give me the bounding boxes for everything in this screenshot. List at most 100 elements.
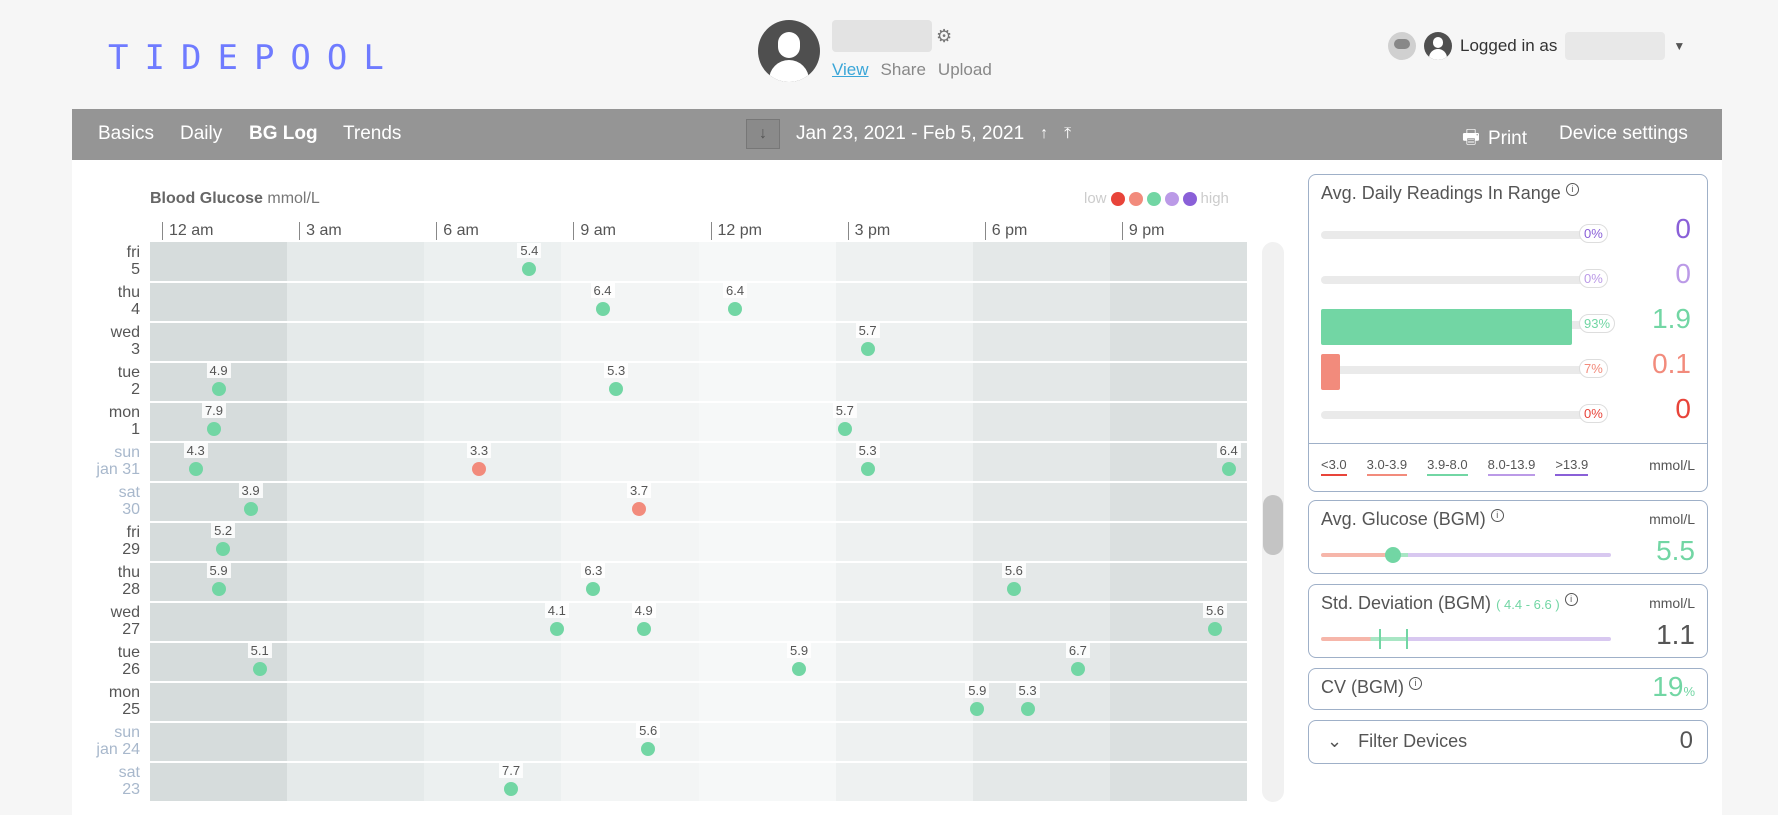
- range-key: 8.0-13.9: [1487, 457, 1536, 476]
- user-menu[interactable]: Logged in as ▼: [1388, 32, 1685, 60]
- legend-dot-low: [1128, 191, 1143, 206]
- readings-in-range-panel: Avg. Daily Readings In Range i 0% 0 0% 0 93%…: [1308, 174, 1708, 492]
- bg-reading-point[interactable]: [728, 302, 743, 316]
- view-link[interactable]: View: [832, 60, 869, 80]
- filter-devices-panel[interactable]: ⌄ Filter Devices 0: [1308, 720, 1708, 764]
- chevron-down-icon[interactable]: ▼: [1673, 39, 1685, 53]
- avg-glucose-value: 5.5: [1656, 535, 1695, 566]
- std-dev-min-marker: [1379, 629, 1381, 649]
- patient-avatar: [758, 20, 820, 82]
- day-label: wed 3: [110, 324, 140, 358]
- bg-reading-point[interactable]: [1020, 702, 1035, 716]
- filter-devices-count: 0: [1679, 727, 1693, 754]
- bg-reading-point[interactable]: [522, 262, 537, 276]
- bg-reading-point[interactable]: [970, 702, 985, 716]
- std-dev-value: 1.1: [1656, 619, 1695, 650]
- day-label: fri 5: [126, 244, 140, 278]
- most-recent-button[interactable]: ⤒: [1064, 125, 1071, 143]
- cv-value: 19: [1652, 671, 1684, 702]
- readings-in-range-title: Avg. Daily Readings In Range: [1321, 183, 1561, 203]
- avg-glucose-title: Avg. Glucose (BGM): [1321, 509, 1486, 529]
- bg-reading-value: 3.7: [627, 483, 652, 498]
- bg-reading-point[interactable]: [837, 422, 852, 436]
- bg-reading-point[interactable]: [211, 382, 226, 396]
- bg-reading-point[interactable]: [216, 542, 231, 556]
- legend-high: high: [1200, 190, 1229, 207]
- range-bar-track: 7%: [1321, 354, 1608, 390]
- info-icon[interactable]: i: [1490, 509, 1504, 522]
- hour-tick-label: 9 pm: [1121, 222, 1164, 240]
- chevron-down-icon[interactable]: ⌄: [1327, 731, 1342, 752]
- bg-reading-point[interactable]: [206, 422, 221, 436]
- legend-dot-very-low: [1110, 191, 1125, 206]
- jump-back-button[interactable]: ↓: [746, 119, 780, 149]
- tab-trends[interactable]: Trends: [343, 123, 401, 145]
- std-deviation-panel: Std. Deviation (BGM) ( 4.4 - 6.6 ) i mmo…: [1308, 584, 1708, 658]
- upload-link[interactable]: Upload: [938, 60, 992, 80]
- tab-basics[interactable]: Basics: [98, 123, 154, 145]
- day-label: fri 29: [122, 524, 140, 558]
- bg-reading-value: 5.6: [1001, 563, 1026, 578]
- bg-reading-point[interactable]: [860, 462, 875, 476]
- day-label: wed 27: [110, 604, 140, 638]
- info-icon[interactable]: i: [1565, 183, 1579, 196]
- legend-low: low: [1084, 190, 1107, 207]
- bg-reading-point[interactable]: [636, 622, 651, 636]
- logo-letter: P: [253, 38, 277, 78]
- bg-reading-point[interactable]: [1006, 582, 1021, 596]
- bg-reading-point[interactable]: [632, 502, 647, 516]
- next-range-button[interactable]: ↑: [1040, 125, 1048, 143]
- chart-scrollbar-thumb[interactable]: [1263, 495, 1283, 555]
- bg-reading-value: 7.7: [499, 763, 524, 778]
- bg-reading-point[interactable]: [609, 382, 624, 396]
- bg-reading-point[interactable]: [549, 622, 564, 636]
- bg-reading-value: 5.9: [965, 683, 990, 698]
- row-divider: [150, 801, 1247, 803]
- bg-reading-point[interactable]: [188, 462, 203, 476]
- day-label: mon 1: [108, 404, 140, 438]
- bg-reading-point[interactable]: [211, 582, 226, 596]
- bg-reading-value: 5.6: [1202, 603, 1228, 618]
- bg-reading-value: 5.7: [855, 323, 880, 338]
- care-team-icon[interactable]: [1388, 32, 1416, 60]
- avg-glucose-marker: [1385, 547, 1401, 563]
- gear-icon[interactable]: ⚙: [936, 26, 952, 47]
- bg-reading-value: 5.6: [636, 723, 661, 738]
- info-icon[interactable]: i: [1564, 593, 1578, 606]
- std-dev-slider: [1321, 637, 1611, 641]
- std-dev-range: ( 4.4 - 6.6 ): [1496, 597, 1560, 612]
- bg-reading-point[interactable]: [504, 782, 519, 796]
- bg-reading-value: 5.9: [787, 643, 812, 658]
- bg-reading-point[interactable]: [1208, 622, 1222, 636]
- legend-dot-high: [1164, 191, 1179, 206]
- std-dev-max-marker: [1406, 629, 1408, 649]
- bg-reading-point[interactable]: [792, 662, 807, 676]
- chart-title: Blood Glucose mmol/L: [150, 190, 320, 208]
- bg-reading-point[interactable]: [860, 342, 875, 356]
- info-icon[interactable]: i: [1409, 677, 1423, 690]
- main-content: Blood Glucose mmol/L low high 12 am 3 am 6…: [72, 160, 1722, 815]
- cv-value-wrap: 19%: [1652, 671, 1695, 703]
- range-bar-fill: [1321, 309, 1573, 345]
- bg-reading-point[interactable]: [472, 462, 487, 476]
- share-link[interactable]: Share: [881, 60, 926, 80]
- tab-daily[interactable]: Daily: [180, 123, 222, 145]
- bg-reading-value: 3.3: [467, 443, 492, 458]
- bg-reading-point[interactable]: [243, 502, 258, 516]
- bg-reading-point[interactable]: [595, 302, 610, 316]
- print-button[interactable]: 🖶 Print: [1462, 123, 1527, 155]
- logged-in-label: Logged in as: [1460, 36, 1558, 55]
- range-bar-track: 93%: [1321, 309, 1616, 345]
- bg-reading-point[interactable]: [641, 742, 656, 756]
- tidepool-logo[interactable]: TIDEPOOL: [108, 38, 386, 78]
- tab-bg-log[interactable]: BG Log: [249, 123, 318, 145]
- bg-reading-point[interactable]: [252, 662, 267, 676]
- bg-reading-point[interactable]: [1070, 662, 1085, 676]
- user-icon: [1424, 32, 1452, 60]
- avg-glucose-panel: Avg. Glucose (BGM) i mmol/L 5.5: [1308, 500, 1708, 574]
- range-value: 0: [1675, 213, 1691, 244]
- bg-reading-point[interactable]: [586, 582, 601, 596]
- bg-reading-point[interactable]: [1221, 462, 1236, 476]
- bg-reading-value: 4.3: [183, 443, 208, 458]
- device-settings-link[interactable]: Device settings: [1559, 123, 1688, 145]
